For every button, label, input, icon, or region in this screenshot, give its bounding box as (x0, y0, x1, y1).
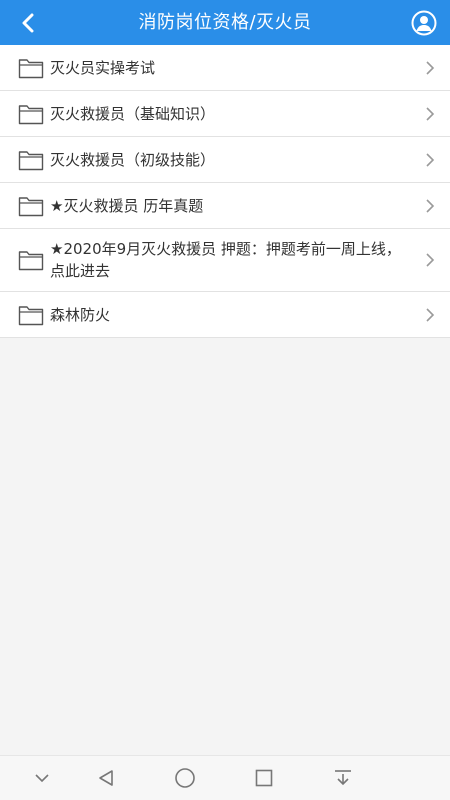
chevron-right-icon (426, 307, 435, 322)
back-triangle-icon (99, 770, 113, 786)
nav-recents-button[interactable] (252, 766, 276, 790)
chevron-right-icon (426, 198, 435, 213)
list-item-label: ★2020年9月灭火救援员 押题：押题考前一周上线，点此进去 (50, 240, 401, 280)
user-button[interactable] (410, 9, 438, 37)
collapse-nav-button[interactable] (30, 766, 54, 790)
list-item-label: 灭火员实操考试 (50, 58, 156, 77)
app-screen: 消防岗位资格/灭火员 灭火员实操考试 灭火救援员（基础知识） 灭火救援员（初级技… (0, 0, 450, 800)
chevron-right-icon (426, 106, 435, 121)
top-bar: 消防岗位资格/灭火员 (0, 0, 450, 45)
list-item[interactable]: 灭火救援员（基础知识） (0, 91, 450, 137)
user-avatar-icon (411, 10, 437, 36)
folder-icon (18, 305, 44, 325)
home-circle-icon (175, 768, 195, 788)
chevron-right-icon (426, 60, 435, 75)
chevron-right-icon (426, 253, 435, 267)
notification-pull-icon (335, 770, 351, 786)
list-item-label: 灭火救援员（基础知识） (50, 104, 216, 123)
page-title: 消防岗位资格/灭火员 (138, 12, 312, 33)
nav-home-button[interactable] (173, 766, 197, 790)
list-item[interactable]: 森林防火 (0, 292, 450, 338)
folder-icon (18, 58, 44, 78)
list-item-label: ★灭火救援员 历年真题 (50, 196, 204, 215)
collapse-icon (35, 774, 49, 783)
folder-icon (18, 104, 44, 124)
folder-icon (18, 196, 44, 216)
list-item-label: 森林防火 (50, 305, 111, 324)
list-item-label: 灭火救援员（初级技能） (50, 150, 216, 169)
list-item[interactable]: ★2020年9月灭火救援员 押题：押题考前一周上线，点此进去 (0, 229, 450, 292)
list-item[interactable]: 灭火救援员（初级技能） (0, 137, 450, 183)
category-list: 灭火员实操考试 灭火救援员（基础知识） 灭火救援员（初级技能） ★灭火救援员 历… (0, 45, 450, 338)
recents-square-icon (255, 769, 273, 787)
nav-notification-button[interactable] (331, 766, 355, 790)
folder-icon (18, 251, 44, 271)
nav-back-button[interactable] (94, 766, 118, 790)
list-item[interactable]: ★灭火救援员 历年真题 (0, 183, 450, 229)
system-nav-bar (0, 755, 450, 800)
chevron-right-icon (426, 152, 435, 167)
folder-icon (18, 150, 44, 170)
list-item[interactable]: 灭火员实操考试 (0, 45, 450, 91)
